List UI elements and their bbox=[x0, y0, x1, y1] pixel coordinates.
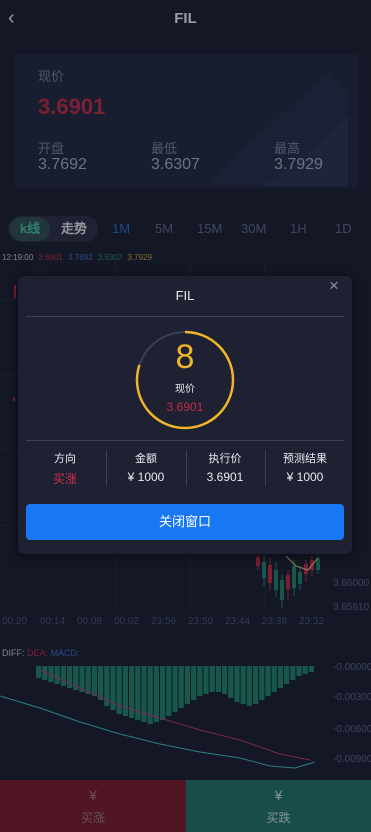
strike-price-value: 3.6901 bbox=[206, 470, 244, 484]
amount-column: 金额 ¥ 1000 bbox=[107, 450, 185, 484]
close-icon[interactable]: × bbox=[326, 277, 342, 294]
direction-header: 方向 bbox=[54, 453, 76, 465]
order-result-modal: FIL × 8 现价 3.6901 方向 买涨 金额 ¥ 1000 执行价 3.… bbox=[18, 276, 352, 554]
prediction-column: 预测结果 ¥ 1000 bbox=[266, 450, 344, 484]
countdown-number: 8 bbox=[175, 338, 195, 376]
prediction-value: ¥ 1000 bbox=[286, 470, 324, 484]
strike-price-column: 执行价 3.6901 bbox=[186, 450, 264, 484]
divider bbox=[26, 440, 344, 441]
modal-price-label: 现价 bbox=[175, 384, 195, 395]
modal-title: FIL bbox=[175, 288, 195, 303]
amount-value: ¥ 1000 bbox=[127, 470, 165, 484]
direction-value: 买涨 bbox=[52, 472, 77, 486]
app-root: ‹ FIL 现价 3.6901 开盘 3.7692 最低 3.6307 最高 3… bbox=[0, 0, 371, 832]
strike-price-header: 执行价 bbox=[208, 453, 242, 465]
divider bbox=[26, 316, 344, 317]
direction-column: 方向 买涨 bbox=[26, 450, 104, 487]
amount-header: 金额 bbox=[135, 453, 157, 465]
close-window-button[interactable]: 关闭窗口 bbox=[26, 504, 344, 540]
modal-price-value: 3.6901 bbox=[166, 400, 204, 414]
prediction-header: 预测结果 bbox=[283, 453, 327, 465]
